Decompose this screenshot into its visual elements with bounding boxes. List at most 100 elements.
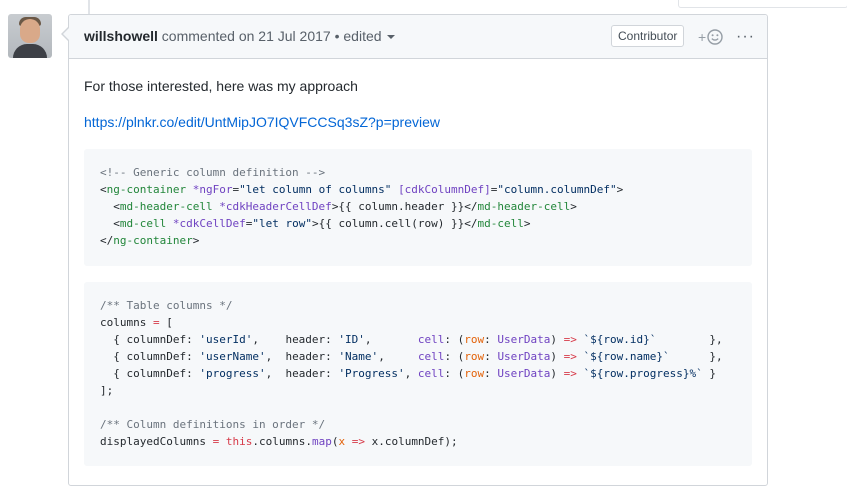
code-token: map [311, 435, 332, 448]
code-token: 'userName' [199, 350, 266, 363]
code-token: ) [550, 350, 564, 363]
code-token: /** Table columns */ [100, 299, 233, 312]
plus-icon: + [698, 29, 707, 45]
code-token: cell [417, 367, 445, 380]
code-line: <ng-container *ngFor="let column of colu… [100, 183, 623, 196]
comment-date-link[interactable]: 21 Jul 2017 [258, 28, 330, 44]
code-line: <!-- Generic column definition --> [100, 166, 325, 179]
edited-dropdown[interactable]: edited [343, 28, 396, 44]
code-token: >{{ column.header }}</ [331, 200, 478, 213]
code-token: 'progress' [199, 367, 266, 380]
code-token: columns [258, 435, 306, 448]
code-token: , header: [265, 367, 339, 380]
code-token: UserData [497, 367, 551, 380]
code-token: , [378, 350, 418, 363]
code-token: 'Progress' [338, 367, 405, 380]
code-token: ng-container [113, 234, 193, 247]
meta-separator: • [334, 28, 340, 44]
code-token: : [484, 367, 498, 380]
code-line: displayedColumns = this.columns.map(x =>… [100, 435, 458, 448]
code-token: { columnDef: [100, 367, 200, 380]
code-token: row [464, 333, 485, 346]
code-line: <md-cell *cdkCellDef="let row">{{ column… [100, 217, 530, 230]
add-reaction-button[interactable]: + [698, 27, 728, 47]
code-token: : ( [444, 367, 465, 380]
code-line: /** Column definitions in order */ [100, 418, 325, 431]
code-token: ) [550, 367, 564, 380]
code-token: [cdkColumnDef] [398, 183, 491, 196]
code-token: , [364, 333, 418, 346]
code-token: , header: [252, 333, 339, 346]
code-token: md-cell [119, 217, 167, 230]
code-token: => [563, 350, 577, 363]
code-token: < [100, 217, 120, 230]
code-line: <md-header-cell *cdkHeaderCellDef>{{ col… [100, 200, 577, 213]
code-token: "let row" [252, 217, 312, 230]
code-line: { columnDef: 'progress', header: 'Progre… [100, 367, 716, 380]
code-token: x.columnDef); [371, 435, 458, 448]
code-line: columns = [ [100, 316, 173, 329]
code-token: > [570, 200, 577, 213]
code-token: : [484, 333, 498, 346]
avatar-body [13, 44, 47, 58]
code-token: "let column of columns" [239, 183, 392, 196]
code-token: : ( [444, 350, 465, 363]
code-token: row [464, 367, 485, 380]
contributor-badge: Contributor [611, 25, 685, 47]
code-token: ng-container [106, 183, 187, 196]
code-token: <!-- Generic column definition --> [100, 166, 326, 179]
code-token: : [484, 350, 498, 363]
code-token: *cdkHeaderCellDef [219, 200, 332, 213]
code-line: /** Table columns */ [100, 299, 232, 312]
code-token: *cdkCellDef [172, 217, 246, 230]
code-token: . [252, 435, 259, 448]
code-token: }, [656, 333, 723, 346]
code-token: `${row.name}` [583, 350, 670, 363]
code-token: 'Name' [338, 350, 379, 363]
code-token: UserData [497, 333, 551, 346]
code-token: UserData [497, 350, 551, 363]
code-token: = [152, 316, 160, 329]
code-line: </ng-container> [100, 234, 199, 247]
code-token: }, [669, 350, 723, 363]
code-token: ) [550, 333, 564, 346]
code-token: md-header-cell [477, 200, 571, 213]
code-token: > [616, 183, 624, 196]
code-token: `${row.id}` [583, 333, 657, 346]
code-token: => [563, 367, 577, 380]
avatar[interactable] [8, 14, 52, 58]
code-token: 'userId' [199, 333, 253, 346]
code-token: [ [159, 316, 173, 329]
previous-element-edge [678, 0, 847, 8]
code-token: `${row.progress}%` [583, 367, 703, 380]
plunker-link[interactable]: https://plnkr.co/edit/UntMipJO7IQVFCCSq3… [84, 112, 440, 132]
code-token: . [305, 435, 312, 448]
code-token: *ngFor [192, 183, 233, 196]
code-token: md-header-cell [119, 200, 213, 213]
code-token: < [100, 183, 107, 196]
code-token: { columnDef: [100, 350, 200, 363]
code-block-typescript: /** Table columns */ columns = [ { colum… [84, 282, 752, 466]
code-token: this [225, 435, 253, 448]
code-line: { columnDef: 'userName', header: 'Name',… [100, 350, 723, 363]
code-token: "column.columnDef" [497, 183, 617, 196]
author-link[interactable]: willshowell [84, 28, 158, 44]
comment-text: For those interested, here was my approa… [84, 78, 358, 94]
code-token: { columnDef: [100, 333, 200, 346]
smiley-icon [707, 29, 723, 45]
code-token: 'ID' [338, 333, 365, 346]
edited-label: edited [343, 28, 382, 44]
code-block-template: <!-- Generic column definition --> <ng-c… [84, 149, 752, 266]
code-token: , header: [265, 350, 339, 363]
code-token: /** Column definitions in order */ [100, 418, 326, 431]
code-token: md-cell [477, 217, 524, 230]
comment-meta: willshowell commented on 21 Jul 2017 • e… [84, 15, 396, 58]
comment-container: willshowell commented on 21 Jul 2017 • e… [61, 14, 768, 486]
code-token: >{{ column.cell(row) }}</ [311, 217, 478, 230]
more-options-button[interactable]: ··· [736, 15, 755, 58]
